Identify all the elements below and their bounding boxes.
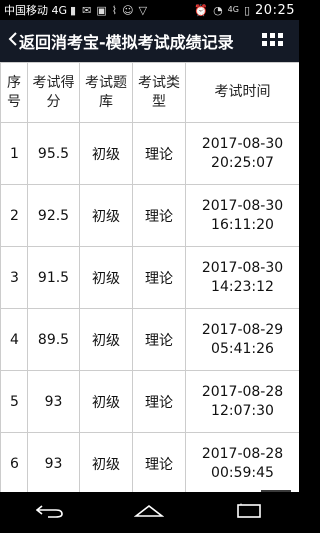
cell-type: 理论	[132, 432, 186, 492]
back-button[interactable]: 返回 消考宝-模拟考试成绩记录	[0, 20, 234, 62]
table-row: 5 93 初级 理论 2017-08-28 12:07:30	[0, 370, 299, 433]
cell-bank: 初级	[79, 308, 133, 371]
exam-date: 2017-08-30	[201, 135, 284, 152]
nav-back-button[interactable]	[20, 492, 80, 533]
cell-type: 理论	[132, 308, 186, 371]
notification-icons: ✉ ▣ ⌇ ☺ ▽	[82, 5, 147, 16]
cell-no: 3	[0, 246, 28, 309]
grid-dot	[277, 32, 283, 38]
clock: 20:25	[255, 2, 295, 18]
exam-time: 14:23:12	[211, 278, 274, 295]
cell-bank: 初级	[79, 184, 133, 247]
cell-type: 理论	[132, 184, 186, 247]
cell-no: 4	[0, 308, 28, 371]
cell-time: 2017-08-28 12:07:30	[185, 370, 299, 433]
network-4g-icon: 4G	[227, 5, 239, 14]
cell-score: 91.5	[27, 246, 80, 309]
cell-time: 2017-08-30 20:25:07	[185, 122, 299, 185]
cell-score: 95.5	[27, 122, 80, 185]
cell-type: 理论	[132, 370, 186, 433]
cell-no: 6	[0, 432, 28, 492]
system-nav-bar	[0, 492, 299, 533]
cell-bank: 初级	[79, 122, 133, 185]
exam-date: 2017-08-30	[201, 259, 284, 276]
grid-dot	[261, 40, 267, 46]
exam-date: 2017-08-28	[201, 383, 284, 400]
records-panel[interactable]: 序号 考试得分 考试题库 考试类型 考试时间 1 95.5 初级 理论 2017-08-…	[0, 62, 299, 492]
cell-score: 93	[27, 370, 80, 433]
alarm-icon: ⏰	[194, 3, 209, 17]
exam-time: 12:07:30	[211, 402, 274, 419]
exam-date: 2017-08-30	[201, 197, 284, 214]
carrier-group: 中国移动 4G ▮	[4, 2, 76, 18]
table-row: 6 93 初级 理论 2017-08-28 00:59:45	[0, 432, 299, 492]
grid-dot	[269, 32, 275, 38]
chevron-left-icon	[8, 31, 18, 52]
grid-dot	[269, 40, 275, 46]
cell-type: 理论	[132, 246, 186, 309]
cell-bank: 初级	[79, 246, 133, 309]
status-bar: 中国移动 4G ▮ ✉ ▣ ⌇ ☺ ▽ ⏰ ◔ 4G ▯ 20:25	[0, 0, 299, 20]
cell-bank: 初级	[79, 370, 133, 433]
shield-icon: ▽	[138, 3, 148, 17]
app-icon: ☺	[122, 3, 134, 17]
back-label: 返回	[19, 33, 52, 52]
page-title: 消考宝-模拟考试成绩记录	[51, 33, 234, 52]
nav-recent-button[interactable]	[219, 492, 279, 533]
exam-time: 00:59:45	[211, 464, 274, 481]
table-row: 4 89.5 初级 理论 2017-08-29 05:41:26	[0, 308, 299, 371]
carrier-label: 中国移动 4G	[4, 4, 68, 17]
recent-apps-icon	[236, 503, 262, 523]
header-time: 考试时间	[185, 62, 299, 123]
cell-time: 2017-08-28 00:59:45	[185, 432, 299, 492]
cell-score: 92.5	[27, 184, 80, 247]
signal-icon: ▮	[70, 3, 77, 17]
notification-icon: ✉	[82, 3, 92, 17]
nav-home-button[interactable]	[119, 492, 179, 533]
header-score: 考试得分	[27, 62, 80, 123]
grid-menu-button[interactable]	[257, 25, 287, 53]
exam-date: 2017-08-28	[201, 445, 284, 462]
image-icon: ▣	[96, 3, 107, 17]
cell-time: 2017-08-30 14:23:12	[185, 246, 299, 309]
cell-score: 93	[27, 432, 80, 492]
cell-time: 2017-08-29 05:41:26	[185, 308, 299, 371]
exam-time: 16:11:20	[211, 216, 274, 233]
system-status: ⏰ ◔ 4G ▯ 20:25	[194, 3, 295, 18]
battery-icon: ▯	[243, 3, 251, 17]
table-row: 1 95.5 初级 理论 2017-08-30 20:25:07	[0, 122, 299, 185]
exam-date: 2017-08-29	[201, 321, 284, 338]
header-no: 序号	[0, 62, 28, 123]
cell-no: 5	[0, 370, 28, 433]
header-type: 考试类型	[132, 62, 186, 123]
table-header-row: 序号 考试得分 考试题库 考试类型 考试时间	[0, 62, 299, 123]
records-table: 序号 考试得分 考试题库 考试类型 考试时间 1 95.5 初级 理论 2017-08-…	[0, 62, 299, 492]
wifi-icon: ◔	[213, 3, 223, 17]
cell-score: 89.5	[27, 308, 80, 371]
home-icon	[134, 503, 165, 522]
back-arrow-icon	[35, 503, 64, 522]
cell-bank: 初级	[79, 432, 133, 492]
table-row: 3 91.5 初级 理论 2017-08-30 14:23:12	[0, 246, 299, 309]
cell-time: 2017-08-30 16:11:20	[185, 184, 299, 247]
header-bank: 考试题库	[79, 62, 133, 123]
cell-no: 2	[0, 184, 28, 247]
table-row: 2 92.5 初级 理论 2017-08-30 16:11:20	[0, 184, 299, 247]
cast-icon: ⌇	[111, 3, 118, 17]
exam-time: 05:41:26	[211, 340, 274, 357]
cell-type: 理论	[132, 122, 186, 185]
title-bar: 返回 消考宝-模拟考试成绩记录	[0, 20, 299, 62]
cell-no: 1	[0, 122, 28, 185]
grid-menu-icon	[261, 32, 267, 38]
grid-dot	[277, 40, 283, 46]
exam-time: 20:25:07	[211, 154, 274, 171]
